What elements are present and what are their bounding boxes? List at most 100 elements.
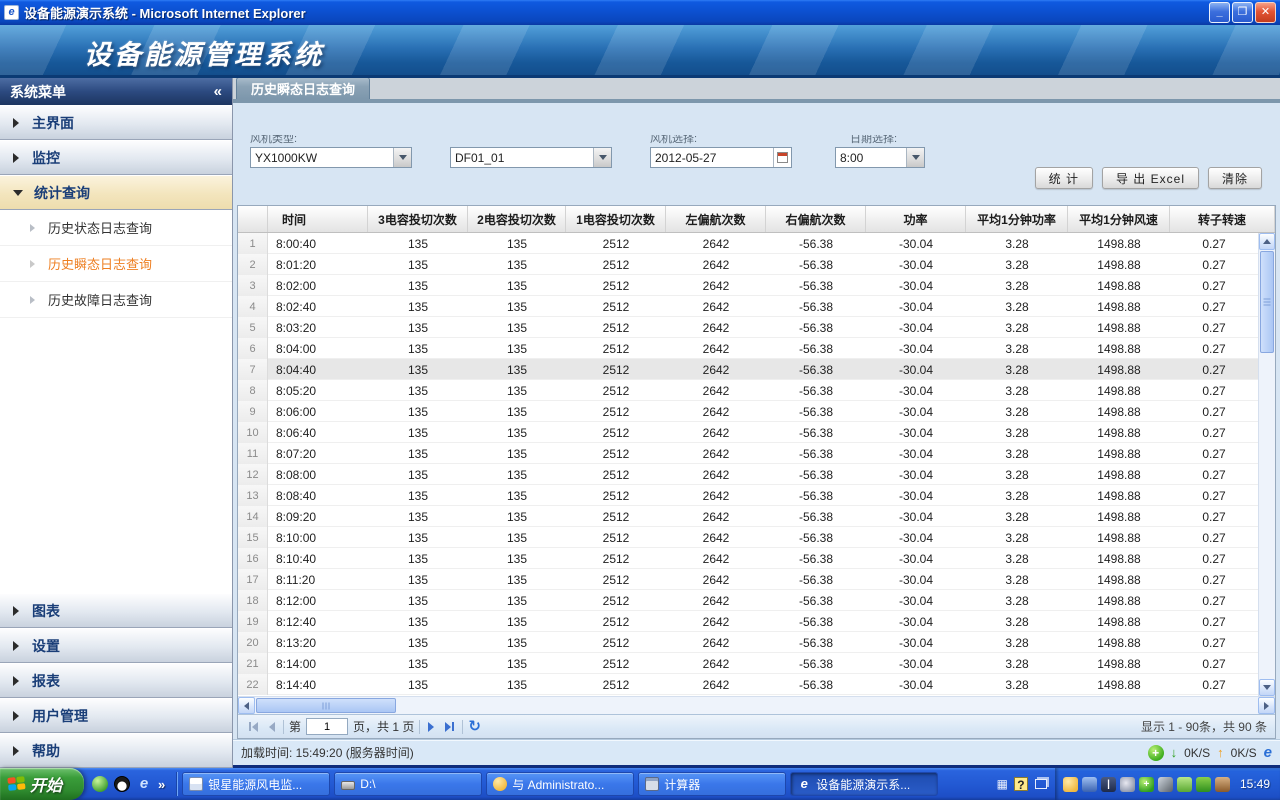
sidebar-group-图表[interactable]: 图表	[0, 593, 232, 628]
volume-tray-icon[interactable]	[1120, 777, 1135, 792]
vertical-scroll-thumb[interactable]	[1260, 251, 1274, 353]
next-page-button[interactable]	[425, 720, 437, 734]
clear-button[interactable]: 清除	[1208, 167, 1262, 189]
input-help-icon[interactable]: ?	[1014, 777, 1028, 791]
scroll-down-icon[interactable]	[1259, 679, 1275, 696]
close-button[interactable]: ✕	[1255, 2, 1276, 23]
table-row[interactable]: 228:14:4013513525122642-56.38-30.043.281…	[238, 674, 1258, 695]
last-page-button[interactable]	[442, 720, 457, 734]
page-number-input[interactable]	[306, 718, 348, 735]
input-keyboard-icon[interactable]: ▦	[997, 777, 1007, 791]
table-row[interactable]: 58:03:2013513525122642-56.38-30.043.2814…	[238, 317, 1258, 338]
scroll-up-icon[interactable]	[1259, 233, 1275, 250]
sidebar-item-历史瞬态日志查询[interactable]: 历史瞬态日志查询	[0, 246, 232, 282]
table-row[interactable]: 88:05:2013513525122642-56.38-30.043.2814…	[238, 380, 1258, 401]
grid-column-header[interactable]: 时间	[268, 206, 368, 232]
sidebar-group-监控[interactable]: 监控	[0, 140, 232, 175]
grid-column-header[interactable]: 左偏航次数	[666, 206, 766, 232]
table-row[interactable]: 108:06:4013513525122642-56.38-30.043.281…	[238, 422, 1258, 443]
start-button[interactable]: 开始	[0, 768, 84, 800]
table-row[interactable]: 18:00:4013513525122642-56.38-30.043.2814…	[238, 233, 1258, 254]
sidebar-item-历史状态日志查询[interactable]: 历史状态日志查询	[0, 210, 232, 246]
grid-column-header[interactable]: 1电容投切次数	[566, 206, 666, 232]
horizontal-scrollbar[interactable]	[238, 696, 1275, 714]
time-combobox[interactable]: 8:00	[835, 147, 925, 168]
fan-type-dropdown-icon[interactable]	[393, 148, 411, 167]
media-player-quicklaunch-icon[interactable]	[92, 776, 108, 792]
sidebar-group-统计查询[interactable]: 统计查询	[0, 175, 232, 210]
qq-quicklaunch-icon[interactable]	[114, 776, 130, 792]
taskbar-task-银星能源风电监...[interactable]: 银星能源风电监...	[182, 772, 330, 796]
grid-column-header[interactable]: 3电容投切次数	[368, 206, 468, 232]
vertical-scrollbar[interactable]	[1258, 233, 1275, 696]
taskbar-task-设备能源演示系...[interactable]: e设备能源演示系...	[790, 772, 938, 796]
restore-button[interactable]: ❐	[1232, 2, 1253, 23]
fan-select-combobox[interactable]: DF01_01	[450, 147, 612, 168]
tool-tray-icon[interactable]	[1158, 777, 1173, 792]
taskbar-task-与 Administrato...[interactable]: 与 Administrato...	[486, 772, 634, 796]
table-row[interactable]: 28:01:2013513525122642-56.38-30.043.2814…	[238, 254, 1258, 275]
safety-tool-icon[interactable]: +	[1148, 745, 1164, 761]
grid-column-header[interactable]: 2电容投切次数	[468, 206, 566, 232]
table-row[interactable]: 208:13:2013513525122642-56.38-30.043.281…	[238, 632, 1258, 653]
scroll-left-icon[interactable]	[238, 697, 255, 714]
package-tray-icon[interactable]	[1215, 777, 1230, 792]
tab-history-transient-log[interactable]: 历史瞬态日志查询	[236, 77, 370, 99]
grid-column-header[interactable]: 功率	[866, 206, 966, 232]
table-row[interactable]: 118:07:2013513525122642-56.38-30.043.281…	[238, 443, 1258, 464]
table-row[interactable]: 158:10:0013513525122642-56.38-30.043.281…	[238, 527, 1258, 548]
antivirus-tray-icon[interactable]: +	[1139, 777, 1154, 792]
table-row[interactable]: 38:02:0013513525122642-56.38-30.043.2814…	[238, 275, 1258, 296]
network-tray-icon[interactable]	[1082, 777, 1097, 792]
sidebar-group-设置[interactable]: 设置	[0, 628, 232, 663]
table-row[interactable]: 98:06:0013513525122642-56.38-30.043.2814…	[238, 401, 1258, 422]
time-dropdown-icon[interactable]	[906, 148, 924, 167]
grid-column-header[interactable]: 转子转速	[1170, 206, 1275, 232]
monitor-tray-icon[interactable]	[1177, 777, 1192, 792]
export-excel-button[interactable]: 导 出 Excel	[1102, 167, 1199, 189]
sidebar-group-报表[interactable]: 报表	[0, 663, 232, 698]
grid-column-header[interactable]: 右偏航次数	[766, 206, 866, 232]
grid-column-header[interactable]: 平均1分钟风速	[1068, 206, 1170, 232]
minimize-button[interactable]: _	[1209, 2, 1230, 23]
table-cell: 3.28	[966, 338, 1068, 359]
language-bar-restore-icon[interactable]	[1035, 779, 1047, 789]
table-row[interactable]: 128:08:0013513525122642-56.38-30.043.281…	[238, 464, 1258, 485]
messenger-tray-icon[interactable]	[1063, 777, 1078, 792]
sidebar-group-帮助[interactable]: 帮助	[0, 733, 232, 768]
table-row[interactable]: 218:14:0013513525122642-56.38-30.043.281…	[238, 653, 1258, 674]
refresh-icon[interactable]: ↻	[468, 720, 481, 734]
drive-icon	[341, 781, 355, 790]
quicklaunch-overflow-icon[interactable]: »	[158, 777, 165, 792]
row-number-cell: 9	[238, 401, 268, 422]
table-row[interactable]: 138:08:4013513525122642-56.38-30.043.281…	[238, 485, 1258, 506]
sidebar-collapse-button[interactable]: «	[214, 83, 222, 100]
table-row[interactable]: 188:12:0013513525122642-56.38-30.043.281…	[238, 590, 1258, 611]
sidebar-group-用户管理[interactable]: 用户管理	[0, 698, 232, 733]
stat-button[interactable]: 统 计	[1035, 167, 1093, 189]
chevron-right-icon	[13, 711, 19, 721]
prev-page-button[interactable]	[266, 720, 278, 734]
table-row[interactable]: 198:12:4013513525122642-56.38-30.043.281…	[238, 611, 1258, 632]
calendar-picker-icon[interactable]	[773, 148, 791, 167]
taskbar-task-计算器[interactable]: 计算器	[638, 772, 786, 796]
table-row[interactable]: 148:09:2013513525122642-56.38-30.043.281…	[238, 506, 1258, 527]
grid-column-header[interactable]: 平均1分钟功率	[966, 206, 1068, 232]
taskbar-task-D:\[interactable]: D:\	[334, 772, 482, 796]
table-row[interactable]: 48:02:4013513525122642-56.38-30.043.2814…	[238, 296, 1258, 317]
sidebar-group-主界面[interactable]: 主界面	[0, 105, 232, 140]
shield-tray-icon[interactable]	[1196, 777, 1211, 792]
ie-quicklaunch-icon[interactable]: e	[136, 776, 152, 792]
table-row[interactable]: 178:11:2013513525122642-56.38-30.043.281…	[238, 569, 1258, 590]
fan-type-combobox[interactable]: YX1000KW	[250, 147, 412, 168]
horizontal-scroll-thumb[interactable]	[256, 698, 396, 713]
first-page-button[interactable]	[246, 720, 261, 734]
table-row[interactable]: 168:10:4013513525122642-56.38-30.043.281…	[238, 548, 1258, 569]
battery-tray-icon[interactable]: |	[1101, 777, 1116, 792]
fan-select-dropdown-icon[interactable]	[593, 148, 611, 167]
scroll-right-icon[interactable]	[1258, 697, 1275, 714]
table-row[interactable]: 68:04:0013513525122642-56.38-30.043.2814…	[238, 338, 1258, 359]
sidebar-item-历史故障日志查询[interactable]: 历史故障日志查询	[0, 282, 232, 318]
date-field[interactable]: 2012-05-27	[650, 147, 792, 168]
table-row[interactable]: 78:04:4013513525122642-56.38-30.043.2814…	[238, 359, 1258, 380]
